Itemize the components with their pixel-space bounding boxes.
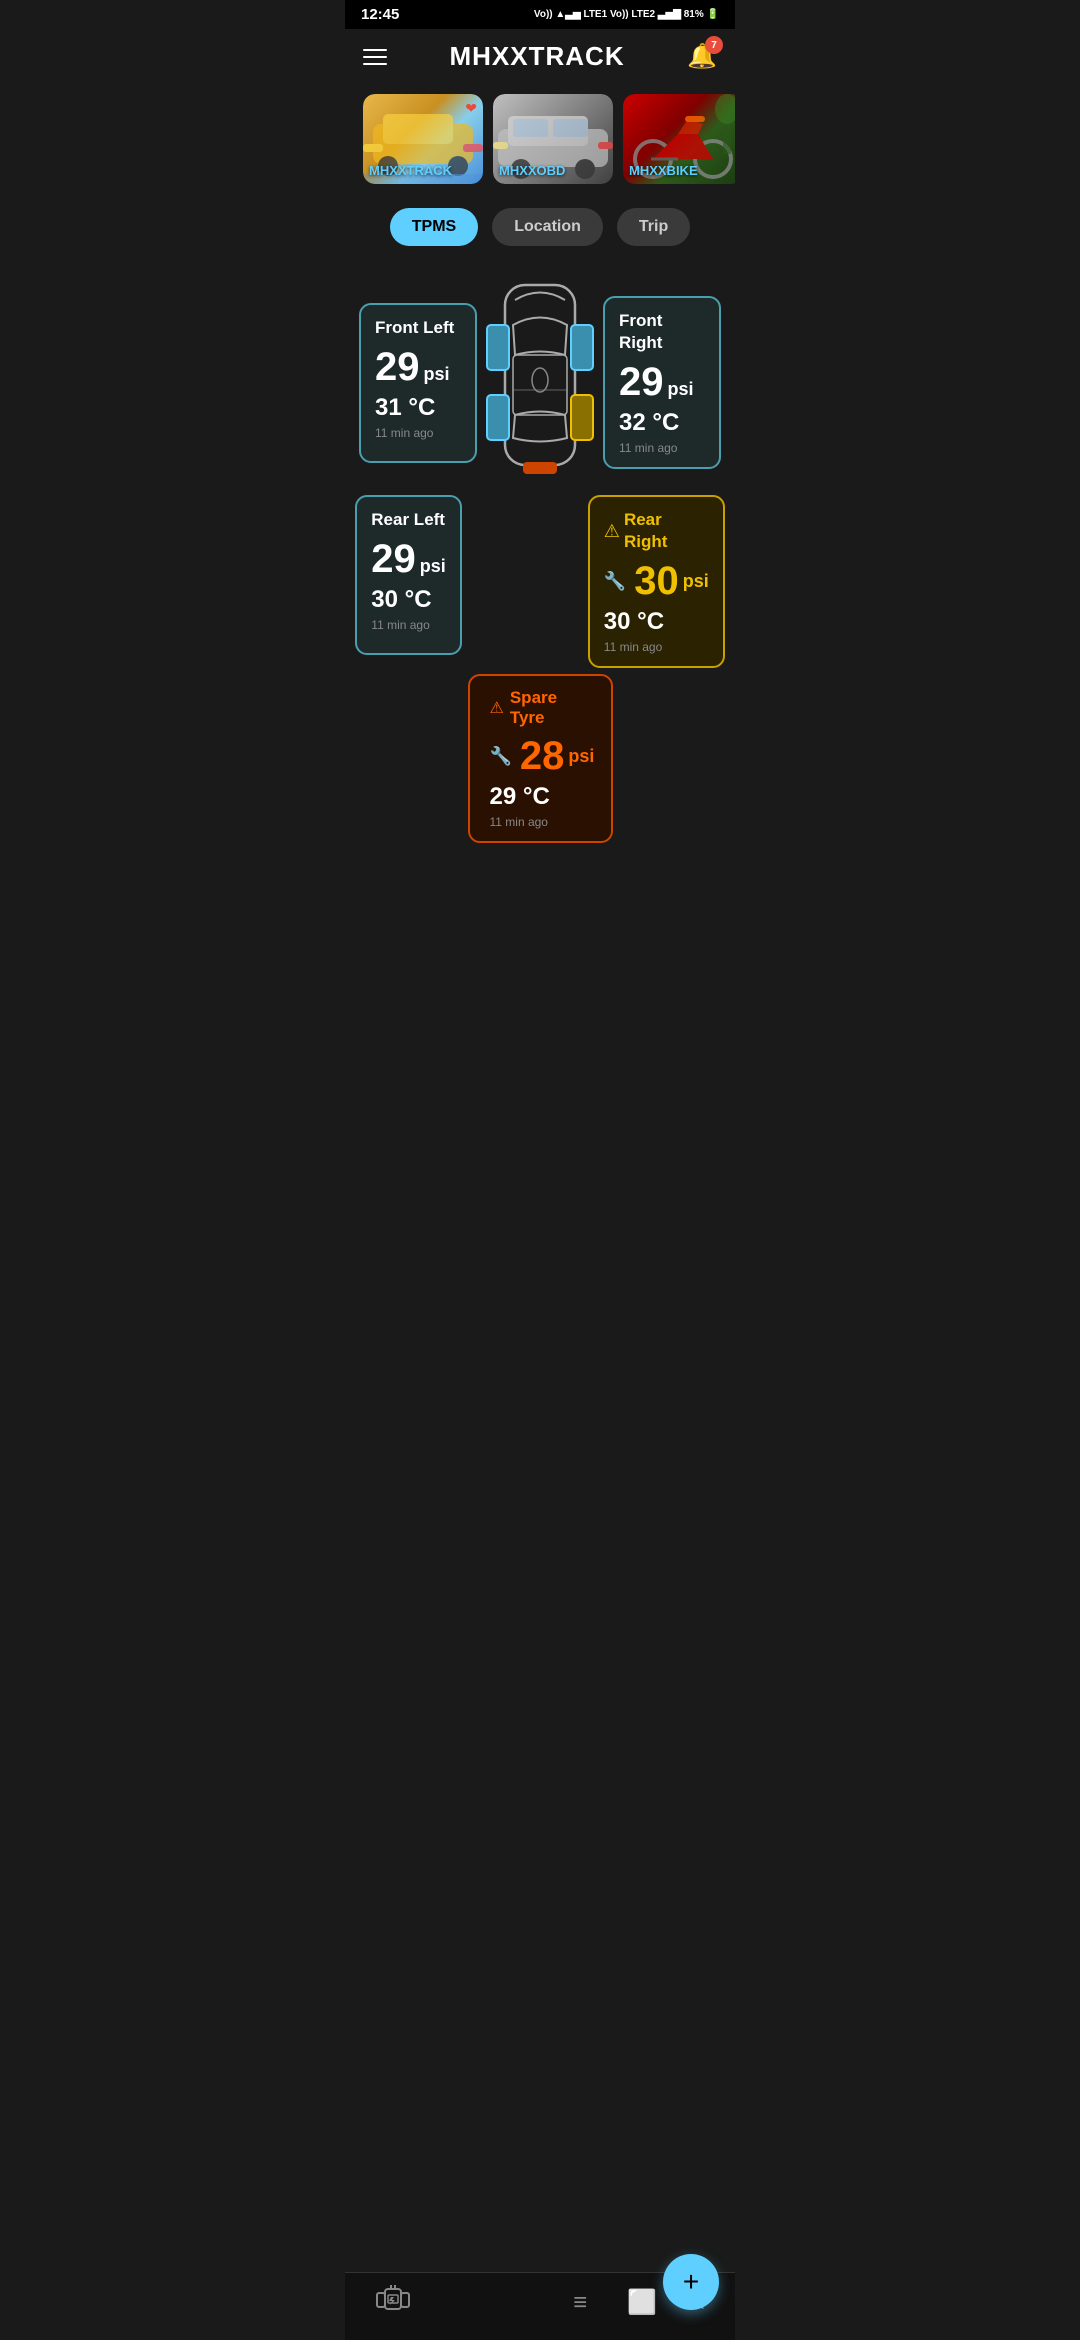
status-bar: 12:45 Vo)) ▲▃▅ LTE1 Vo)) LTE2 ▃▅▇ 81% 🔋 — [345, 0, 735, 29]
tire-spare-psi: 28 — [520, 734, 565, 779]
tire-front-right-psi: 29 — [619, 360, 664, 405]
nav-home-icon[interactable]: ⬜ — [627, 2288, 657, 2317]
tab-trip[interactable]: Trip — [617, 208, 690, 246]
tire-spare-unit: psi — [568, 746, 594, 767]
tire-rear-right[interactable]: ⚠ Rear Right 🔧 30 psi 30 °C 11 min ago — [588, 495, 725, 668]
vehicle-card-mhxxtrack[interactable]: ❤ MHXXTRACK — [363, 94, 483, 184]
warning-icon-rear-right: ⚠ — [604, 521, 620, 542]
vehicles-row: ❤ MHXXTRACK MHXXOBD — [345, 84, 735, 194]
tire-rear-left[interactable]: Rear Left 29 psi 30 °C 11 min ago — [355, 495, 462, 655]
tab-location[interactable]: Location — [492, 208, 603, 246]
tab-tpms[interactable]: TPMS — [390, 208, 478, 246]
signal-indicator: Vo)) ▲▃▅ LTE1 Vo)) LTE2 ▃▅▇ 81% 🔋 — [534, 9, 719, 20]
tire-rear-left-unit: psi — [420, 556, 446, 577]
tabs-bar: TPMS Location Trip — [345, 194, 735, 260]
tire-spare-name: Spare Tyre — [510, 688, 591, 728]
tire-front-left-psi: 29 — [375, 345, 420, 390]
nav-menu-icon[interactable]: ≡ — [573, 2289, 587, 2317]
tire-front-right-name: Front Right — [619, 310, 705, 354]
tire-rear-right-name: Rear Right — [624, 509, 709, 553]
notification-badge: 7 — [705, 36, 723, 54]
tire-spare[interactable]: ⚠ Spare Tyre 🔧 28 psi 29 °C 11 min ago — [468, 674, 613, 843]
vehicle-card-mhxxobd[interactable]: MHXXOBD — [493, 94, 613, 184]
tire-rear-left-time: 11 min ago — [371, 618, 446, 632]
vehicle-card-mhxxbike[interactable]: MHXXBIKE — [623, 94, 735, 184]
engine-icon[interactable] — [375, 2285, 411, 2320]
tire-rear-left-temp: 30 °C — [371, 586, 446, 614]
tire-spare-temp: 29 °C — [490, 783, 591, 811]
tire-rear-left-name: Rear Left — [371, 509, 446, 531]
hamburger-menu[interactable] — [363, 49, 387, 65]
header: MHXXTRACK 🔔 7 — [345, 29, 735, 84]
app-title: MHXXTRACK — [450, 41, 625, 72]
status-time: 12:45 — [361, 6, 399, 23]
fab-plus-icon: + — [683, 2266, 699, 2298]
danger-icon-spare: ⚠ — [490, 698, 504, 718]
notification-bell[interactable]: 🔔 7 — [687, 42, 717, 71]
vehicle-label-3: MHXXBIKE — [629, 163, 698, 178]
tire-rear-right-time: 11 min ago — [604, 640, 709, 654]
status-right: Vo)) ▲▃▅ LTE1 Vo)) LTE2 ▃▅▇ 81% 🔋 — [534, 9, 719, 20]
tpms-section: Front Left 29 psi 31 °C 11 min ago — [345, 260, 735, 863]
vehicle-label-1: MHXXTRACK — [369, 163, 452, 178]
tire-front-left-unit: psi — [424, 364, 450, 385]
sensor-icon-rear-right: 🔧 — [604, 571, 626, 592]
tire-rear-right-temp: 30 °C — [604, 608, 709, 636]
tire-front-left-name: Front Left — [375, 317, 461, 339]
tire-front-right-unit: psi — [668, 379, 694, 400]
rear-tires-row: Rear Left 29 psi 30 °C 11 min ago ⚠ Rear… — [359, 415, 721, 668]
sensor-icon-spare: 🔧 — [490, 746, 512, 767]
spare-tire-row: ⚠ Spare Tyre 🔧 28 psi 29 °C 11 min ago — [468, 674, 613, 843]
tire-spare-time: 11 min ago — [490, 815, 591, 829]
fab-add-button[interactable]: + — [663, 2254, 719, 2310]
tire-rear-right-psi: 30 — [634, 559, 679, 604]
tire-rear-right-unit: psi — [683, 571, 709, 592]
vehicle-label-2: MHXXOBD — [499, 163, 565, 178]
tire-rear-left-psi: 29 — [371, 537, 416, 582]
favorite-heart: ❤ — [465, 100, 477, 117]
